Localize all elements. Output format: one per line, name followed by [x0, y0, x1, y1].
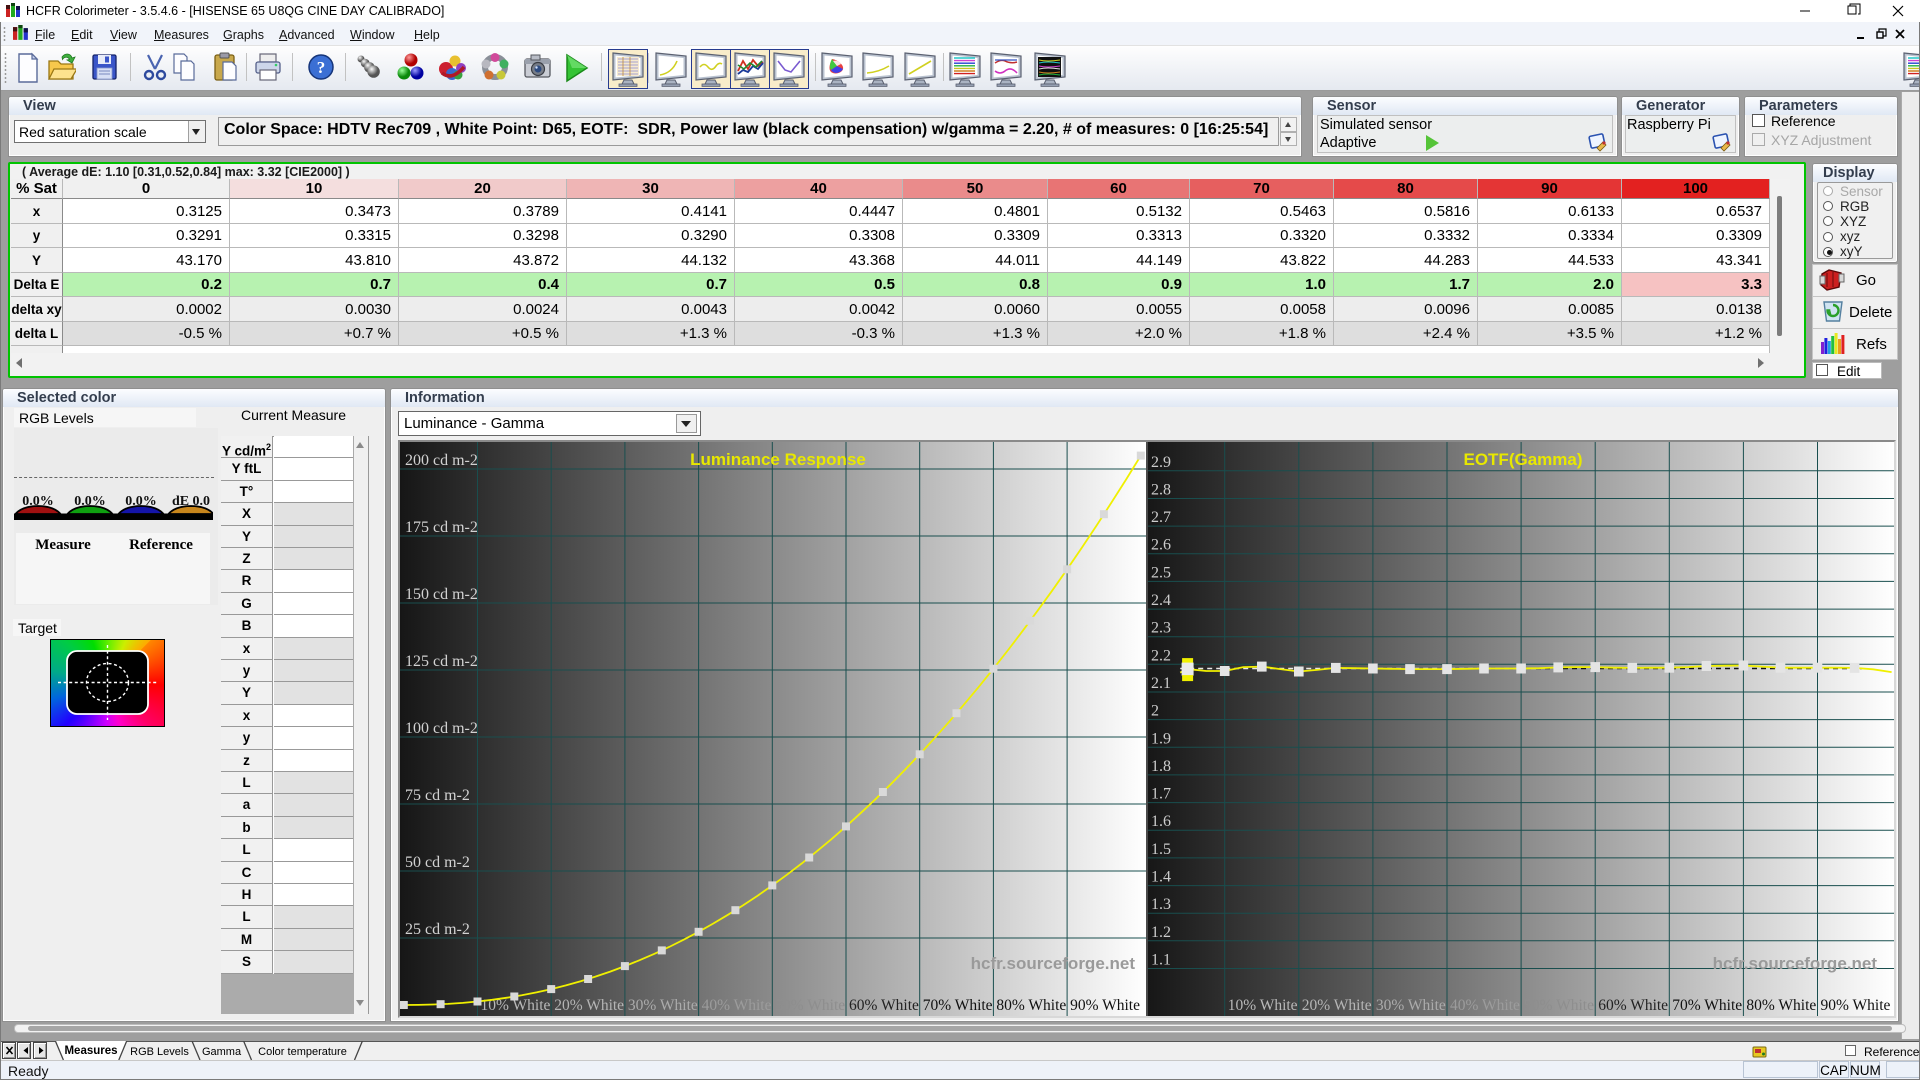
- svg-text:1.7: 1.7: [1151, 786, 1171, 803]
- svg-text:1.2: 1.2: [1151, 924, 1171, 941]
- svg-text:70% White: 70% White: [1672, 997, 1742, 1014]
- svg-text:10% White: 10% White: [1228, 997, 1298, 1014]
- svg-text:200 cd m-2: 200 cd m-2: [405, 452, 478, 469]
- svg-text:30% White: 30% White: [628, 997, 698, 1014]
- svg-text:2.6: 2.6: [1151, 537, 1171, 554]
- svg-text:20% White: 20% White: [554, 997, 624, 1014]
- svg-text:1.1: 1.1: [1151, 952, 1171, 969]
- svg-text:50% White: 50% White: [775, 997, 845, 1014]
- svg-text:60% White: 60% White: [849, 997, 919, 1014]
- svg-text:100 cd m-2: 100 cd m-2: [405, 720, 478, 737]
- svg-text:80% White: 80% White: [996, 997, 1066, 1014]
- svg-text:1.4: 1.4: [1151, 869, 1171, 886]
- svg-text:1.9: 1.9: [1151, 730, 1171, 747]
- svg-text:EOTF(Gamma): EOTF(Gamma): [1463, 450, 1582, 469]
- svg-text:80% White: 80% White: [1746, 997, 1816, 1014]
- svg-text:2.2: 2.2: [1151, 647, 1171, 664]
- svg-text:125 cd m-2: 125 cd m-2: [405, 653, 478, 670]
- svg-text:90% White: 90% White: [1821, 997, 1891, 1014]
- svg-text:2.3: 2.3: [1151, 620, 1171, 637]
- svg-text:1.6: 1.6: [1151, 813, 1171, 830]
- svg-text:25 cd m-2: 25 cd m-2: [405, 921, 470, 938]
- svg-text:90% White: 90% White: [1070, 997, 1140, 1014]
- svg-text:2.7: 2.7: [1151, 509, 1171, 526]
- svg-text:2.9: 2.9: [1151, 454, 1171, 471]
- svg-text:hcfr.sourceforge.net: hcfr.sourceforge.net: [971, 954, 1136, 973]
- svg-text:40% White: 40% White: [702, 997, 772, 1014]
- svg-text:2.4: 2.4: [1151, 592, 1171, 609]
- svg-text:1.5: 1.5: [1151, 841, 1171, 858]
- svg-text:150 cd m-2: 150 cd m-2: [405, 586, 478, 603]
- svg-text:175 cd m-2: 175 cd m-2: [405, 519, 478, 536]
- svg-text:30% White: 30% White: [1376, 997, 1446, 1014]
- svg-text:2: 2: [1151, 703, 1159, 720]
- svg-text:?: ?: [317, 58, 326, 77]
- svg-text:2.8: 2.8: [1151, 482, 1171, 499]
- svg-text:70% White: 70% White: [923, 997, 993, 1014]
- svg-text:2.1: 2.1: [1151, 675, 1171, 692]
- svg-text:1.8: 1.8: [1151, 758, 1171, 775]
- svg-text:60% White: 60% White: [1598, 997, 1668, 1014]
- svg-text:hcfr.sourceforge.net: hcfr.sourceforge.net: [1713, 954, 1878, 973]
- svg-text:50 cd m-2: 50 cd m-2: [405, 854, 470, 871]
- svg-text:2.5: 2.5: [1151, 564, 1171, 581]
- svg-text:75 cd m-2: 75 cd m-2: [405, 787, 470, 804]
- svg-text:20% White: 20% White: [1302, 997, 1372, 1014]
- svg-text:1.3: 1.3: [1151, 896, 1171, 913]
- svg-text:40% White: 40% White: [1450, 997, 1520, 1014]
- svg-text:Luminance Response: Luminance Response: [690, 450, 866, 469]
- svg-text:50% White: 50% White: [1524, 997, 1594, 1014]
